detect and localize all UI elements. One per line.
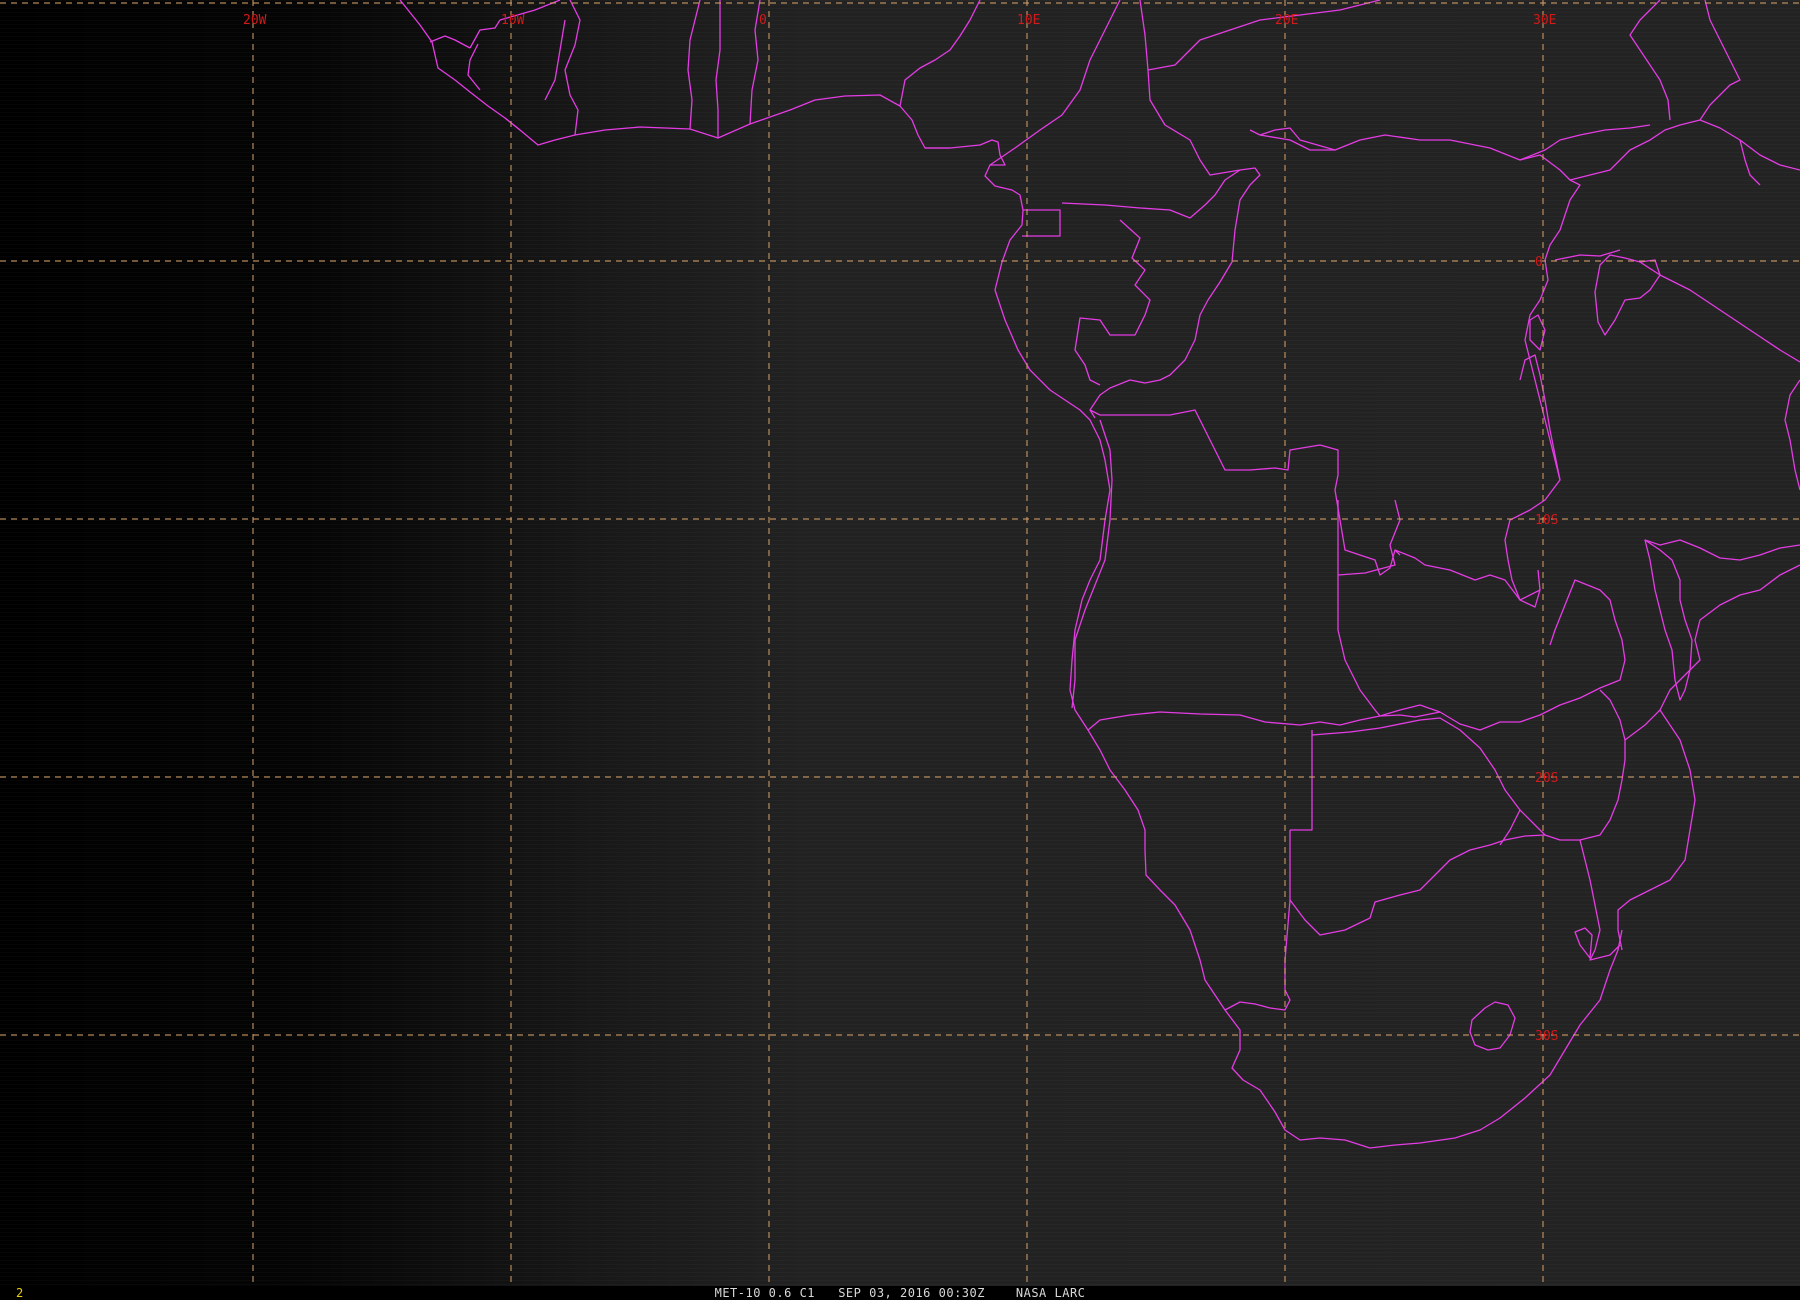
latitude-label: 20S — [1535, 771, 1558, 786]
image-caption: MET-10 0.6 C1 SEP 03, 2016 00:30Z NASA L… — [714, 1286, 1086, 1300]
longitude-label: 10W — [501, 13, 525, 28]
latitude-label: 10S — [1535, 513, 1558, 528]
latitude-label: 0 — [1535, 255, 1543, 270]
latitude-label: 30S — [1535, 1029, 1558, 1044]
longitude-label: 20E — [1275, 13, 1298, 28]
satellite-image-viewer: 20W 10W 0 10E 20E 30E 0 10S 20S 30S 2 MET-10 0.6 … — [0, 0, 1800, 1300]
longitude-label: 0 — [759, 13, 767, 28]
longitude-label: 20W — [243, 13, 267, 28]
longitude-label: 10E — [1017, 13, 1040, 28]
status-bar: 2 MET-10 0.6 C1 SEP 03, 2016 00:30Z NASA… — [0, 1286, 1800, 1300]
satellite-map: 20W 10W 0 10E 20E 30E 0 10S 20S 30S — [0, 0, 1800, 1286]
longitude-label: 30E — [1533, 13, 1556, 28]
